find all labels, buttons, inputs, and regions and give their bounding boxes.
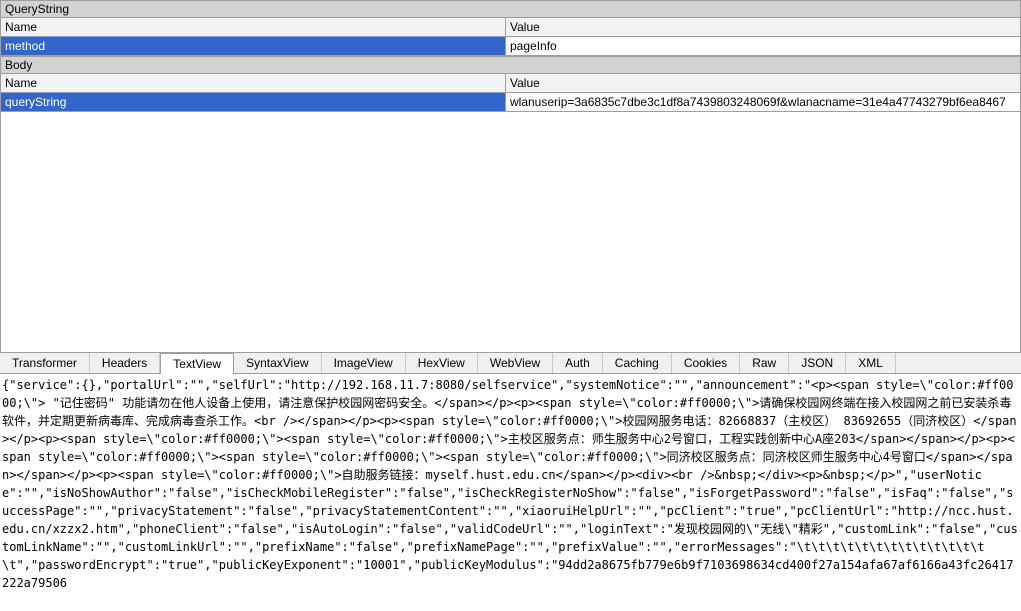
section-querystring-header: QueryString [0, 0, 1021, 18]
querystring-grid-header: Name Value [0, 18, 1021, 37]
response-tabstrip: Transformer Headers TextView SyntaxView … [0, 352, 1021, 374]
column-header-value[interactable]: Value [506, 74, 1020, 92]
tab-webview[interactable]: WebView [478, 353, 553, 373]
body-row-name: queryString [1, 93, 506, 111]
tab-raw[interactable]: Raw [740, 353, 789, 373]
body-row-value: wlanuserip=3a6835c7dbe3c1df8a74398032480… [506, 93, 1020, 111]
querystring-row-value: pageInfo [506, 37, 1020, 55]
tab-transformer[interactable]: Transformer [0, 353, 90, 373]
tab-auth[interactable]: Auth [553, 353, 603, 373]
tab-xml[interactable]: XML [846, 353, 896, 373]
section-body-header: Body [0, 56, 1021, 74]
tab-cookies[interactable]: Cookies [672, 353, 740, 373]
tab-caching[interactable]: Caching [603, 353, 672, 373]
column-header-name[interactable]: Name [1, 74, 506, 92]
column-header-value[interactable]: Value [506, 18, 1020, 36]
querystring-row-name: method [1, 37, 506, 55]
column-header-name[interactable]: Name [1, 18, 506, 36]
textview-content[interactable]: {"service":{},"portalUrl":"","selfUrl":"… [0, 374, 1021, 594]
body-grid-empty-area [0, 112, 1021, 352]
tab-imageview[interactable]: ImageView [322, 353, 406, 373]
querystring-row[interactable]: method pageInfo [0, 37, 1021, 56]
tab-syntaxview[interactable]: SyntaxView [234, 353, 321, 373]
tab-textview[interactable]: TextView [160, 353, 234, 374]
tab-headers[interactable]: Headers [90, 353, 160, 373]
body-row[interactable]: queryString wlanuserip=3a6835c7dbe3c1df8… [0, 93, 1021, 112]
tab-json[interactable]: JSON [789, 353, 846, 373]
body-grid-header: Name Value [0, 74, 1021, 93]
tab-hexview[interactable]: HexView [406, 353, 478, 373]
